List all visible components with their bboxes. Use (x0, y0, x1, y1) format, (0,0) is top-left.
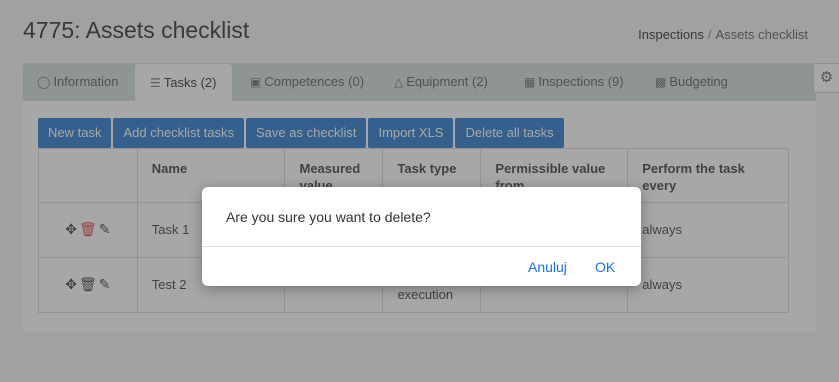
dialog-divider (202, 246, 641, 247)
dialog-message: Are you sure you want to delete? (226, 209, 431, 225)
ok-button[interactable]: OK (595, 259, 615, 275)
confirm-delete-dialog: Are you sure you want to delete? Anuluj … (202, 187, 641, 286)
cancel-button[interactable]: Anuluj (528, 259, 567, 275)
